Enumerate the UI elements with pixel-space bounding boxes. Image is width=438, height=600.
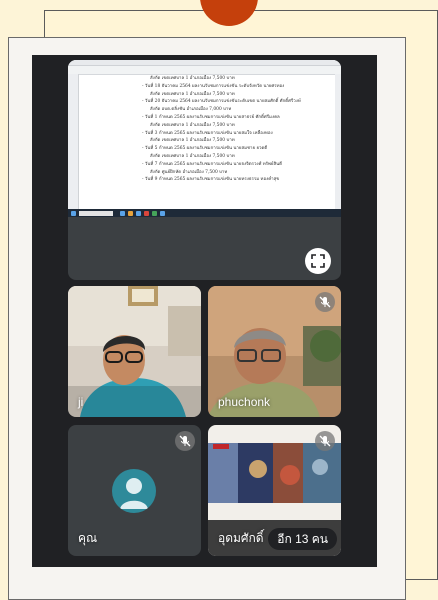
avatar (112, 469, 156, 513)
shared-document-line: สังกัด เขตเทศบาล 1 อำเภอเมือง 7,500 บาท (150, 153, 235, 159)
screen-share-tile[interactable]: สังกัด เขตเทศบาล 1 อำเภอเมือง 7,500 บาทว… (68, 60, 341, 280)
shared-document-line: วันที่ 9 กำหนด 2565 ผลงานรับชมการแข่งขัน… (142, 176, 332, 184)
person-icon (120, 478, 148, 509)
word-icon (160, 210, 165, 216)
folder-icon (128, 210, 133, 216)
participant-name: phuchonk (218, 395, 271, 409)
participant-video-ji (68, 286, 201, 417)
shared-document-line: วันที่ 18 ธันวาคม 2564 ผลงานรับชมการแข่ง… (142, 83, 332, 91)
muted-indicator (315, 292, 335, 312)
shared-document-line: วันที่ 1 กำหนด 2565 ผลงานรับชมการแข่งขัน… (142, 114, 332, 122)
shared-window-sidebar (68, 74, 79, 210)
participant-tile-udomsak[interactable]: อุดมศักดิ์ อีก 13 คน (208, 425, 341, 556)
participant-name: ji (78, 395, 84, 409)
spreadsheet-icon (152, 210, 157, 216)
shared-document-text: สังกัด เขตเทศบาล 1 อำเภอเมือง 7,500 บาทว… (142, 75, 332, 184)
shared-document-line: สังกัด อบต.ตลิ่งชัน อำเภอเมือง 7,000 บาท (150, 107, 232, 113)
participant-tile-ji[interactable]: ji (68, 286, 201, 417)
more-participants-button[interactable]: อีก 13 คน (268, 528, 337, 550)
shared-document-view: สังกัด เขตเทศบาล 1 อำเภอเมือง 7,500 บาทว… (68, 60, 341, 217)
fullscreen-button[interactable] (305, 248, 331, 274)
shared-document-line: วันที่ 20 ธันวาคม 2564 ผลงานรับชมการแข่ง… (142, 98, 332, 106)
shared-document-line: สังกัด เขตเทศบาล 1 อำเภอเมือง 7,500 บาท (150, 138, 235, 144)
browser-icon (136, 210, 141, 216)
shared-windows-taskbar (68, 209, 341, 217)
participant-tile-self[interactable]: คุณ (68, 425, 201, 556)
muted-indicator (315, 431, 335, 451)
start-icon (71, 210, 76, 216)
pdf-icon (144, 210, 149, 216)
participant-name: อุดมศักดิ์ (218, 531, 264, 545)
meet-phone-screen: สังกัด เขตเทศบาล 1 อำเภอเมือง 7,500 บาทว… (32, 55, 377, 567)
shared-document-line: สังกัด เขตเทศบาล 1 อำเภอเมือง 7,500 บาท (150, 76, 235, 81)
fullscreen-icon (311, 254, 325, 268)
taskbar-app-icon (120, 210, 125, 216)
shared-document-line: วันที่ 7 กำหนด 2565 ผลงานรับชมการแข่งขัน… (142, 161, 332, 169)
shared-document-line: สังกัด เขตเทศบาล 1 อำเภอเมือง 7,500 บาท (150, 91, 235, 97)
shared-window-toolbar (68, 66, 341, 75)
shared-document-line: วันที่ 3 กำหนด 2565 ผลงานรับชมการแข่งขัน… (142, 130, 332, 138)
shared-document-line: สังกัด ศูนย์ฝึกหัด อำเภอเมือง 7,500 บาท (150, 169, 228, 175)
mic-off-icon (179, 435, 191, 447)
participant-name: คุณ (78, 531, 98, 545)
mic-off-icon (319, 296, 331, 308)
shared-window-right-panel (335, 74, 341, 210)
shared-document-line: สังกัด เขตเทศบาล 1 อำเภอเมือง 7,500 บาท (150, 122, 235, 128)
shared-document-line: วันที่ 5 กำหนด 2565 ผลงานรับชมการแข่งขัน… (142, 145, 332, 153)
muted-indicator (175, 431, 195, 451)
taskbar-search-box (79, 210, 113, 216)
mic-off-icon (319, 435, 331, 447)
participant-tile-phuchonk[interactable]: phuchonk (208, 286, 341, 417)
